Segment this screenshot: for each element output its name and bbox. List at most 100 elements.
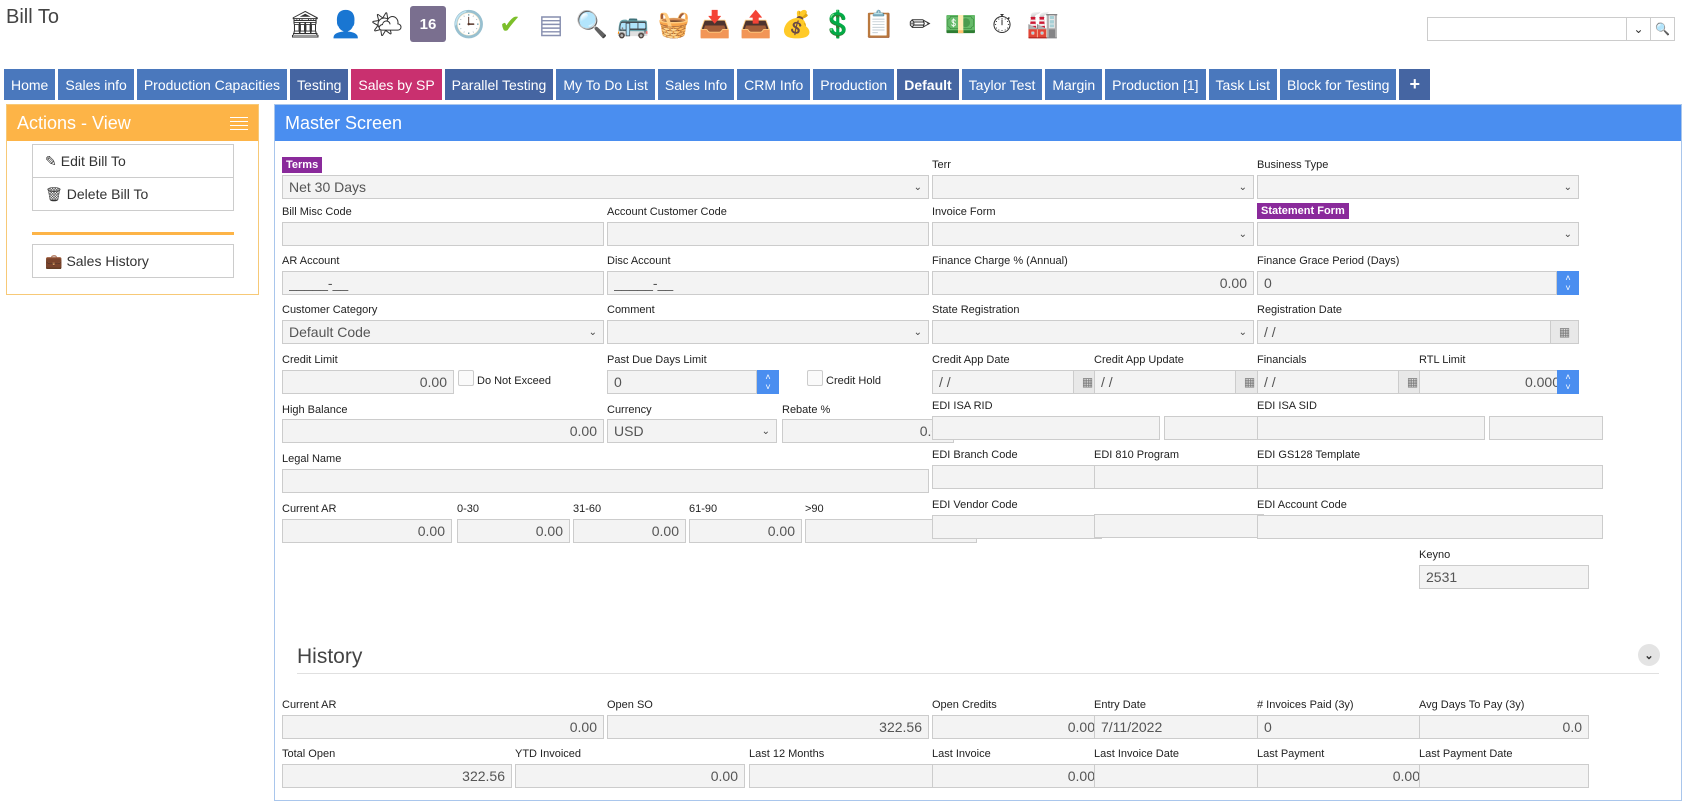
last-payment-field[interactable]: 0.00 xyxy=(1257,764,1427,788)
bill-misc-code-field[interactable] xyxy=(282,222,604,246)
inbox-download-icon[interactable]: 📥 xyxy=(697,6,733,42)
credit-app-date-field[interactable]: / / ▦ xyxy=(932,370,1102,394)
coins-hand-icon[interactable]: 💰 xyxy=(779,6,815,42)
tab-crm-info[interactable]: CRM Info xyxy=(737,69,811,100)
search-dropdown-button[interactable]: ⌄ xyxy=(1626,18,1650,40)
tab-margin[interactable]: Margin xyxy=(1045,69,1103,100)
tab-block-for-testing[interactable]: Block for Testing xyxy=(1280,69,1397,100)
tab-production[interactable]: Production xyxy=(813,69,895,100)
checkmark-icon[interactable]: ✔ xyxy=(492,6,528,42)
tab-home[interactable]: Home xyxy=(4,69,56,100)
search-button[interactable]: 🔍 xyxy=(1650,18,1674,40)
aging-61-90-field[interactable]: 0.00 xyxy=(689,519,802,543)
tab-parallel-testing[interactable]: Parallel Testing xyxy=(444,69,554,100)
aging-31-60-field[interactable]: 0.00 xyxy=(573,519,686,543)
statement-form-select[interactable]: ⌄ xyxy=(1257,222,1579,246)
bank-icon[interactable]: 🏛 xyxy=(287,6,323,42)
avg-days-to-pay-field[interactable]: 0.0 xyxy=(1419,715,1589,739)
tab-sales-info[interactable]: Sales Info xyxy=(657,69,735,100)
edi-isa-sid-2-field[interactable] xyxy=(1489,416,1603,440)
search-input[interactable] xyxy=(1428,18,1626,40)
high-balance-field[interactable]: 0.00 xyxy=(282,419,604,443)
aging-0-30-field[interactable]: 0.00 xyxy=(457,519,570,543)
open-so-field[interactable]: 322.56 xyxy=(607,715,929,739)
last-invoice-field[interactable]: 0.00 xyxy=(932,764,1102,788)
history-current-ar-field[interactable]: 0.00 xyxy=(282,715,604,739)
tab-task-list[interactable]: Task List xyxy=(1208,69,1277,100)
account-customer-code-field[interactable] xyxy=(607,222,929,246)
last-payment-date-field[interactable] xyxy=(1419,764,1589,788)
last-invoice-date-field[interactable] xyxy=(1094,764,1264,788)
dollar-chat-icon[interactable]: 💲 xyxy=(820,6,856,42)
delete-bill-to-button[interactable]: 🗑 Delete Bill To xyxy=(32,177,234,211)
comment-select[interactable]: ⌄ xyxy=(607,320,929,344)
magnifier-icon[interactable]: 🔍 xyxy=(574,6,610,42)
basket-icon[interactable]: 🧺 xyxy=(656,6,692,42)
registration-date-field[interactable]: / / ▦ xyxy=(1257,320,1579,344)
financials-field[interactable]: / / ▦ xyxy=(1257,370,1427,394)
do-not-exceed-checkbox[interactable] xyxy=(458,370,474,386)
tab-add[interactable]: + xyxy=(1399,69,1430,100)
tab-testing[interactable]: Testing xyxy=(290,69,349,100)
menu-icon[interactable] xyxy=(230,116,248,130)
tab-sales-by-sp[interactable]: Sales by SP xyxy=(351,69,442,100)
edi-isa-sid-field[interactable] xyxy=(1257,416,1485,440)
disc-account-field[interactable]: _____-__ xyxy=(607,271,929,295)
tab-my-to-do-list[interactable]: My To Do List xyxy=(556,69,655,100)
tab-default[interactable]: Default xyxy=(897,69,959,100)
rtl-limit-field[interactable]: 0.000 xyxy=(1419,370,1567,394)
ar-account-field[interactable]: _____-__ xyxy=(282,271,604,295)
edit-bill-to-button[interactable]: ✎ Edit Bill To xyxy=(32,144,234,178)
finance-charge-field[interactable]: 0.00 xyxy=(932,271,1254,295)
weather-icon[interactable]: 🌤 xyxy=(369,6,405,42)
clock-icon[interactable]: 🕒 xyxy=(451,6,487,42)
edi-account-code-field[interactable] xyxy=(1257,515,1603,539)
edi-isa-rid-field[interactable] xyxy=(932,416,1160,440)
edi-vendor-code-field[interactable] xyxy=(932,515,1102,539)
cash-icon[interactable]: 💵 xyxy=(943,6,979,42)
history-collapse-button[interactable]: ⌄ xyxy=(1638,644,1660,666)
tab-production-1[interactable]: Production [1] xyxy=(1105,69,1206,100)
outbox-upload-icon[interactable]: 📤 xyxy=(738,6,774,42)
tab-sales-info[interactable]: Sales info xyxy=(58,69,134,100)
credit-hold-checkbox[interactable] xyxy=(807,370,823,386)
currency-select[interactable]: USD ⌄ xyxy=(607,419,777,443)
entry-date-field[interactable]: 7/11/2022 xyxy=(1094,715,1264,739)
invoices-paid-field[interactable]: 0 xyxy=(1257,715,1427,739)
user-icon[interactable]: 👤 xyxy=(328,6,364,42)
legal-name-field[interactable] xyxy=(282,469,929,493)
rtl-limit-spinner[interactable]: ˄ ˅ xyxy=(1557,370,1579,394)
customer-category-select[interactable]: Default Code ⌄ xyxy=(282,320,604,344)
keyno-field[interactable]: 2531 xyxy=(1419,565,1589,589)
past-due-days-limit-spinner[interactable]: ˄ ˅ xyxy=(757,370,779,394)
schedule-board-icon[interactable]: ▤ xyxy=(533,6,569,42)
credit-limit-field[interactable]: 0.00 xyxy=(282,370,454,394)
tab-production-capacities[interactable]: Production Capacities xyxy=(136,69,288,100)
terr-select[interactable]: ⌄ xyxy=(932,175,1254,199)
past-due-days-limit-field[interactable]: 0 xyxy=(607,370,757,394)
edi-810-program-field[interactable] xyxy=(1094,465,1264,489)
dashboard-gauge-icon[interactable]: ⏱ xyxy=(984,6,1020,42)
total-open-field[interactable]: 322.56 xyxy=(282,764,512,788)
rebate-field[interactable]: 0.00 xyxy=(782,419,954,443)
credit-app-update-field[interactable]: / / ▦ xyxy=(1094,370,1264,394)
factory-icon[interactable]: 🏭 xyxy=(1025,6,1061,42)
edi-vendor-code-2-field[interactable] xyxy=(1094,514,1264,538)
state-registration-select[interactable]: ⌄ xyxy=(932,320,1254,344)
tab-taylor-test[interactable]: Taylor Test xyxy=(961,69,1043,100)
finance-grace-period-field[interactable]: 0 xyxy=(1257,271,1557,295)
sales-history-button[interactable]: 💼 Sales History xyxy=(32,244,234,278)
edi-branch-code-field[interactable] xyxy=(932,465,1102,489)
terms-select[interactable]: Net 30 Days ⌄ xyxy=(282,175,929,199)
finance-grace-period-spinner[interactable]: ˄ ˅ xyxy=(1557,271,1579,295)
business-type-select[interactable]: ⌄ xyxy=(1257,175,1579,199)
bus-icon[interactable]: 🚌 xyxy=(615,6,651,42)
ytd-invoiced-field[interactable]: 0.00 xyxy=(515,764,745,788)
open-credits-field[interactable]: 0.00 xyxy=(932,715,1102,739)
calendar-icon[interactable]: ▦ xyxy=(1550,321,1578,343)
calendar-16-icon[interactable]: 16 xyxy=(410,6,446,42)
invoice-form-select[interactable]: ⌄ xyxy=(932,222,1254,246)
edi-gs128-template-field[interactable] xyxy=(1257,465,1603,489)
current-ar-field[interactable]: 0.00 xyxy=(282,519,452,543)
clipboard-icon[interactable]: 📋 xyxy=(861,6,897,42)
